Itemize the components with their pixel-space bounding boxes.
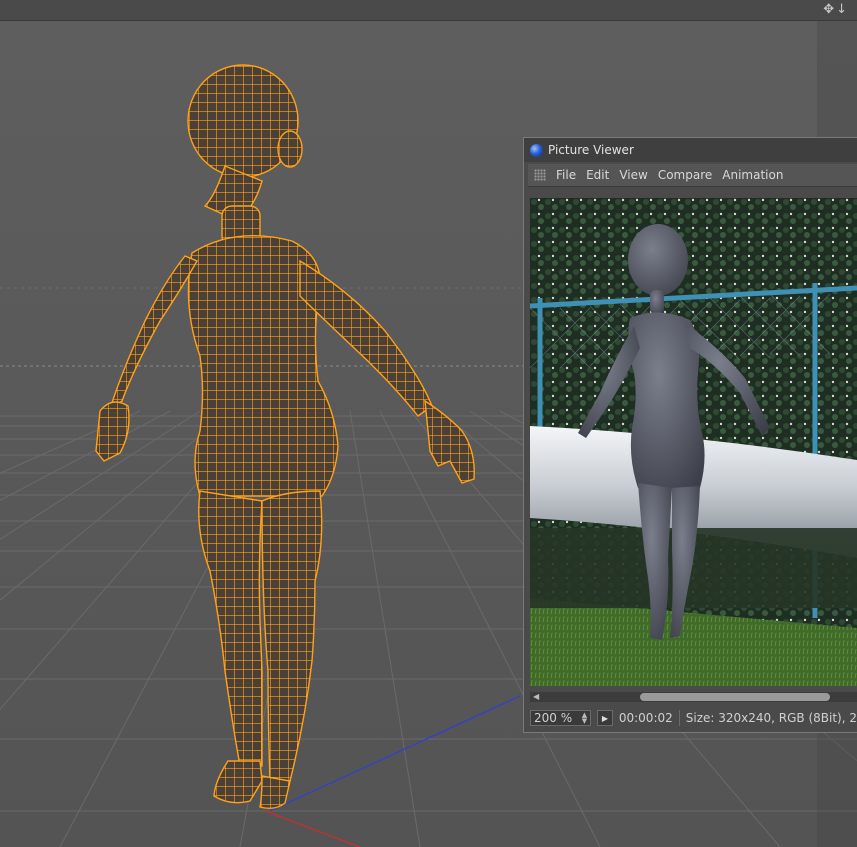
menu-compare[interactable]: Compare <box>656 168 720 182</box>
menu-animation[interactable]: Animation <box>720 168 791 182</box>
zoom-select[interactable]: 200 % ▲ ▼ <box>530 710 592 726</box>
time-readout: 00:00:02 <box>618 711 673 725</box>
zoom-value: 200 % <box>534 711 573 725</box>
render-preview <box>530 198 857 686</box>
cinema4d-orb-icon <box>530 143 543 157</box>
menu-view[interactable]: View <box>617 168 655 182</box>
picture-viewer-title: Picture Viewer <box>548 143 634 157</box>
view-controls: ✥ ↓ <box>823 2 847 17</box>
rendered-image <box>530 198 857 686</box>
menu-grip-icon[interactable] <box>534 169 546 181</box>
play-icon: ▶ <box>601 713 609 723</box>
menu-file[interactable]: File <box>554 168 584 182</box>
move-cross-icon[interactable]: ✥ <box>823 2 834 17</box>
scrollbar-thumb[interactable] <box>640 693 830 701</box>
picture-viewer-titlebar[interactable]: Picture Viewer <box>524 138 857 162</box>
arrow-down-icon[interactable]: ↓ <box>836 2 847 17</box>
scroll-left-icon[interactable]: ◀ <box>533 692 539 702</box>
top-toolbar: ✥ ↓ <box>0 0 857 21</box>
horizontal-scrollbar[interactable]: ◀ <box>530 692 857 702</box>
status-separator <box>678 710 680 726</box>
picture-viewer-statusbar: 200 % ▲ ▼ ▶ 00:00:02 Size: 320x240, RGB (… <box>530 708 857 728</box>
picture-viewer-window[interactable]: Picture Viewer File Edit View Compare An… <box>523 137 857 733</box>
play-button[interactable]: ▶ <box>597 710 613 726</box>
menu-edit[interactable]: Edit <box>584 168 617 182</box>
spinner-arrows-icon[interactable]: ▲ ▼ <box>582 712 587 725</box>
picture-viewer-menubar: File Edit View Compare Animation <box>528 164 857 187</box>
image-info: Size: 320x240, RGB (8Bit), 2 <box>685 711 857 725</box>
